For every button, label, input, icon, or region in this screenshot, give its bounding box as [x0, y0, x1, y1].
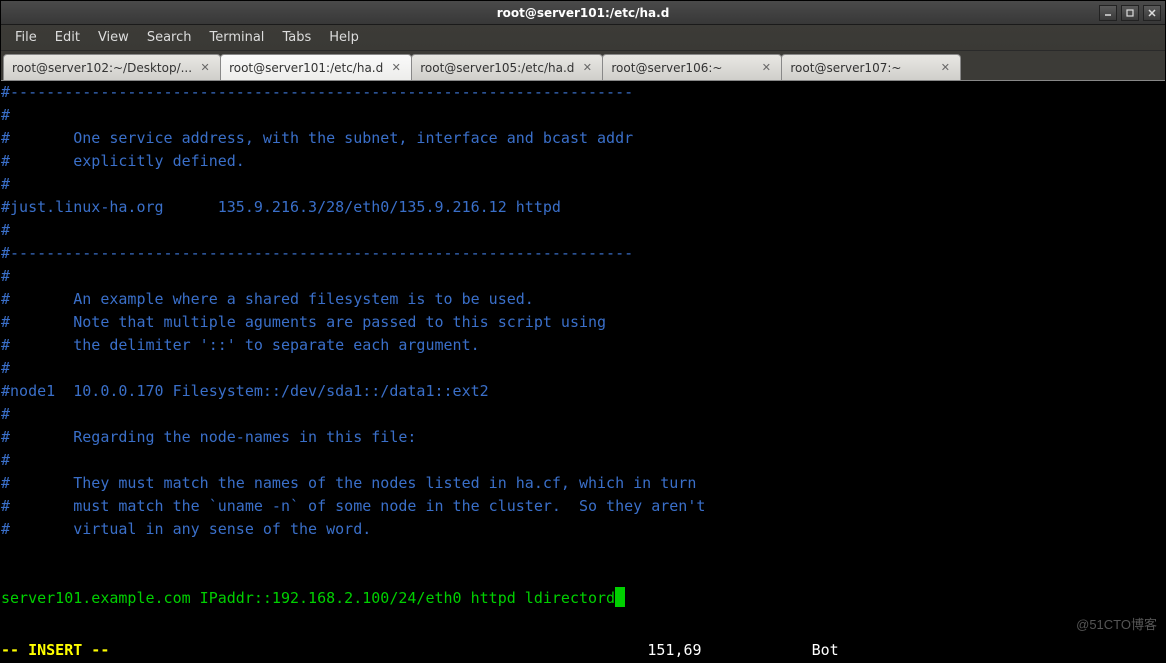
editor-line: #---------------------------------------… — [1, 83, 633, 101]
tab-label: root@server105:/etc/ha.d — [420, 61, 574, 75]
watermark: @51CTO博客 — [1076, 613, 1157, 636]
menubar: File Edit View Search Terminal Tabs Help — [1, 25, 1165, 51]
editor-line: # must match the `uname -n` of some node… — [1, 497, 705, 515]
close-icon[interactable]: ✕ — [759, 61, 773, 75]
vim-position: 151,69 — [647, 639, 701, 662]
editor-line: # They must match the names of the nodes… — [1, 474, 696, 492]
terminal-content[interactable]: #---------------------------------------… — [1, 81, 1165, 662]
tab-label: root@server102:~/Desktop/... — [12, 61, 192, 75]
editor-line: # Note that multiple aguments are passed… — [1, 313, 606, 331]
tab-label: root@server101:/etc/ha.d — [229, 61, 383, 75]
menu-view[interactable]: View — [90, 27, 137, 48]
vim-status-line: -- INSERT -- 151,69 Bot — [1, 639, 1165, 662]
editor-line: #just.linux-ha.org 135.9.216.3/28/eth0/1… — [1, 198, 561, 216]
close-button[interactable] — [1143, 5, 1161, 21]
editor-line: # — [1, 405, 10, 423]
editor-line: # — [1, 175, 10, 193]
tab-label: root@server106:~ — [611, 61, 753, 75]
editor-line: # One service address, with the subnet, … — [1, 129, 633, 147]
tab-server102[interactable]: root@server102:~/Desktop/... ✕ — [3, 54, 221, 80]
tab-label: root@server107:~ — [790, 61, 932, 75]
editor-line: # Regarding the node-names in this file: — [1, 428, 416, 446]
editor-line: # explicitly defined. — [1, 152, 245, 170]
maximize-button[interactable] — [1121, 5, 1139, 21]
window-controls — [1099, 5, 1161, 21]
editor-line: # — [1, 359, 10, 377]
menu-edit[interactable]: Edit — [47, 27, 88, 48]
vim-scroll: Bot — [812, 639, 839, 662]
minimize-button[interactable] — [1099, 5, 1117, 21]
tab-server106[interactable]: root@server106:~ ✕ — [602, 54, 782, 80]
window-title: root@server101:/etc/ha.d — [497, 6, 670, 20]
editor-line: # — [1, 267, 10, 285]
vim-mode: -- INSERT -- — [1, 639, 109, 662]
editor-line: # the delimiter '::' to separate each ar… — [1, 336, 480, 354]
cursor — [615, 587, 625, 607]
menu-terminal[interactable]: Terminal — [201, 27, 272, 48]
menu-search[interactable]: Search — [139, 27, 200, 48]
terminal-window: root@server101:/etc/ha.d File Edit View … — [0, 0, 1166, 663]
tab-server101[interactable]: root@server101:/etc/ha.d ✕ — [220, 54, 412, 80]
editor-line: # An example where a shared filesystem i… — [1, 290, 534, 308]
tab-server105[interactable]: root@server105:/etc/ha.d ✕ — [411, 54, 603, 80]
editor-active-line: server101.example.com IPaddr::192.168.2.… — [1, 589, 615, 607]
close-icon[interactable]: ✕ — [938, 61, 952, 75]
titlebar[interactable]: root@server101:/etc/ha.d — [1, 1, 1165, 25]
close-icon[interactable]: ✕ — [198, 61, 212, 75]
editor-line: # — [1, 106, 10, 124]
editor-line: #node1 10.0.0.170 Filesystem::/dev/sda1:… — [1, 382, 489, 400]
menu-tabs[interactable]: Tabs — [274, 27, 319, 48]
menu-file[interactable]: File — [7, 27, 45, 48]
editor-line: # — [1, 451, 10, 469]
editor-line: #---------------------------------------… — [1, 244, 633, 262]
editor-line: # — [1, 221, 10, 239]
editor-line: # virtual in any sense of the word. — [1, 520, 371, 538]
tab-server107[interactable]: root@server107:~ ✕ — [781, 54, 961, 80]
tabbar: root@server102:~/Desktop/... ✕ root@serv… — [1, 51, 1165, 81]
menu-help[interactable]: Help — [321, 27, 367, 48]
close-icon[interactable]: ✕ — [389, 61, 403, 75]
close-icon[interactable]: ✕ — [580, 61, 594, 75]
